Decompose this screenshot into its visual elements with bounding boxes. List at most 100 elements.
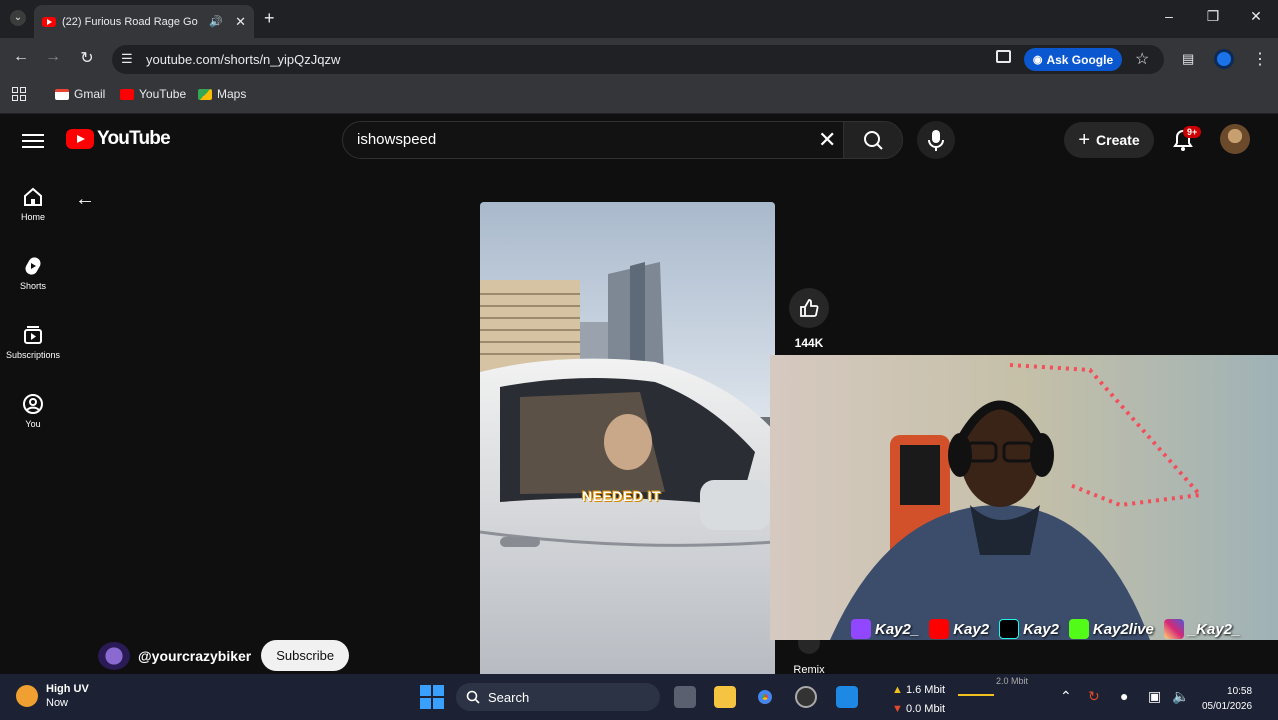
youtube-logo[interactable]: YouTube xyxy=(66,128,171,150)
like-count: 144K xyxy=(794,336,824,350)
youtube-social-icon xyxy=(929,619,950,639)
subscriptions-icon xyxy=(24,326,42,344)
tab-title: (22) Furious Road Rage Go xyxy=(62,15,198,28)
browser-tab-strip: ⌄ (22) Furious Road Rage Go 🔊 ✕ + – ❐ ✕ xyxy=(0,0,1278,38)
webcam-frame xyxy=(770,355,1278,640)
taskbar-search-icon xyxy=(466,690,480,704)
chrome-icon[interactable] xyxy=(754,686,776,708)
file-explorer-icon[interactable] xyxy=(714,686,736,708)
bookmark-maps[interactable]: Maps xyxy=(198,87,246,101)
system-clock[interactable]: 10:58 05/01/2026 xyxy=(1202,684,1253,714)
taskbar-search[interactable]: Search xyxy=(456,683,660,711)
sidebar-item-subscriptions[interactable]: Subscriptions xyxy=(2,324,64,360)
channel-name[interactable]: @yourcrazybiker xyxy=(138,648,251,664)
download-speed: 0.0 Mbit xyxy=(905,703,946,715)
tray-mic-icon[interactable]: ● xyxy=(1120,688,1128,704)
like-button[interactable] xyxy=(789,288,829,328)
forward-icon[interactable]: → xyxy=(42,48,64,66)
profile-icon[interactable] xyxy=(1214,49,1234,69)
bookmark-gmail[interactable]: Gmail xyxy=(55,87,105,101)
stream-social-handles: Kay2_ Kay2 Kay2 Kay2live _Kay2_ xyxy=(845,616,1240,642)
start-button-icon[interactable] xyxy=(420,685,444,709)
shorts-icon xyxy=(25,257,41,275)
youtube-play-icon xyxy=(66,129,94,149)
weather-sun-icon xyxy=(16,685,38,707)
ask-google-button[interactable]: ◉ Ask Google xyxy=(1024,48,1122,71)
you-icon xyxy=(23,394,43,414)
youtube-favicon-icon xyxy=(42,16,56,27)
sidebar-item-you[interactable]: You xyxy=(2,393,64,429)
voice-search-button[interactable] xyxy=(917,121,955,159)
back-arrow-icon[interactable]: ← xyxy=(75,188,95,211)
clear-search-icon[interactable]: ✕ xyxy=(818,127,836,153)
twitch-icon xyxy=(851,619,871,639)
bookmark-youtube[interactable]: YouTube xyxy=(120,87,186,101)
clock-date: 05/01/2026 xyxy=(1202,701,1253,712)
search-query[interactable]: ishowspeed xyxy=(357,131,436,148)
tiktok-icon xyxy=(999,619,1020,639)
network-graph-label: 2.0 Mbit xyxy=(996,676,1029,686)
channel-info: @yourcrazybiker Subscribe xyxy=(98,640,350,671)
youtube-icon xyxy=(120,88,134,100)
browser-tab[interactable]: (22) Furious Road Rage Go 🔊 ✕ xyxy=(34,5,254,38)
network-speed: ▲ 1.6 Mbit ▼ 0.0 Mbit xyxy=(892,684,946,715)
vscode-icon[interactable] xyxy=(836,686,858,708)
weather-subtitle: Now xyxy=(46,697,69,709)
reload-icon[interactable]: ↻ xyxy=(76,48,98,68)
minimize-icon[interactable]: – xyxy=(1158,8,1180,24)
sidebar-item-home[interactable]: Home xyxy=(2,186,64,222)
webcam-overlay xyxy=(770,355,1278,640)
shorts-video-player[interactable] xyxy=(480,202,775,674)
channel-avatar[interactable] xyxy=(98,641,130,670)
thumbs-up-icon xyxy=(800,299,819,317)
install-icon[interactable] xyxy=(996,50,1011,63)
google-lens-icon: ◉ xyxy=(1032,54,1043,66)
gmail-icon xyxy=(55,88,69,100)
instagram-icon xyxy=(1163,619,1184,639)
audio-icon[interactable]: 🔊 xyxy=(209,15,223,28)
hamburger-menu-icon[interactable] xyxy=(22,130,44,152)
social-handle-youtube: Kay2 xyxy=(953,620,990,638)
apps-icon[interactable] xyxy=(12,87,26,101)
sidebar-item-shorts[interactable]: Shorts xyxy=(2,255,64,291)
social-handle-tiktok: Kay2 xyxy=(1023,620,1059,638)
obs-icon[interactable] xyxy=(795,686,817,708)
plus-icon: + xyxy=(1078,128,1091,151)
tray-sync-icon[interactable]: ↻ xyxy=(1088,688,1100,705)
search-button[interactable] xyxy=(843,121,903,159)
maps-icon xyxy=(198,88,212,100)
url-text[interactable]: youtube.com/shorts/n_yipQzJqzw xyxy=(146,52,340,67)
task-view-icon[interactable] xyxy=(674,686,696,708)
tray-network-icon[interactable]: ▣ xyxy=(1148,688,1161,705)
network-graph xyxy=(958,686,994,696)
close-window-icon[interactable]: ✕ xyxy=(1245,8,1267,25)
tray-volume-icon[interactable]: 🔈 xyxy=(1172,688,1189,705)
account-avatar[interactable] xyxy=(1220,124,1250,154)
subscribe-button[interactable]: Subscribe xyxy=(261,640,350,671)
kick-icon xyxy=(1068,619,1089,639)
maximize-icon[interactable]: ❐ xyxy=(1202,8,1224,25)
reading-list-icon[interactable]: ▤ xyxy=(1182,51,1194,67)
clock-time: 10:58 xyxy=(1227,686,1253,697)
video-caption: NEEDED IT xyxy=(582,488,662,504)
social-handle-twitch: Kay2_ xyxy=(875,620,920,638)
social-handle-kick: Kay2live xyxy=(1092,620,1154,638)
weather-title: High UV xyxy=(46,683,89,695)
star-icon[interactable]: ☆ xyxy=(1135,49,1149,69)
create-button[interactable]: + Create xyxy=(1064,122,1154,158)
site-info-icon[interactable]: ☰ xyxy=(121,51,133,67)
back-icon[interactable]: ← xyxy=(10,48,32,66)
video-frame xyxy=(480,202,775,674)
search-icon xyxy=(864,131,883,150)
upload-speed: 1.6 Mbit xyxy=(905,684,946,696)
menu-icon[interactable]: ⋮ xyxy=(1252,49,1268,69)
tray-chevron-icon[interactable]: ⌃ xyxy=(1060,688,1072,705)
close-tab-icon[interactable]: ✕ xyxy=(235,14,246,30)
home-icon xyxy=(24,187,42,206)
tab-list-icon[interactable]: ⌄ xyxy=(10,10,26,26)
weather-widget[interactable]: High UV Now xyxy=(16,682,89,710)
new-tab-icon[interactable]: + xyxy=(264,8,275,29)
notifications-badge: 9+ xyxy=(1183,126,1202,138)
bookmarks-bar xyxy=(0,80,1278,114)
social-handle-instagram: _Kay2_ xyxy=(1187,620,1241,638)
